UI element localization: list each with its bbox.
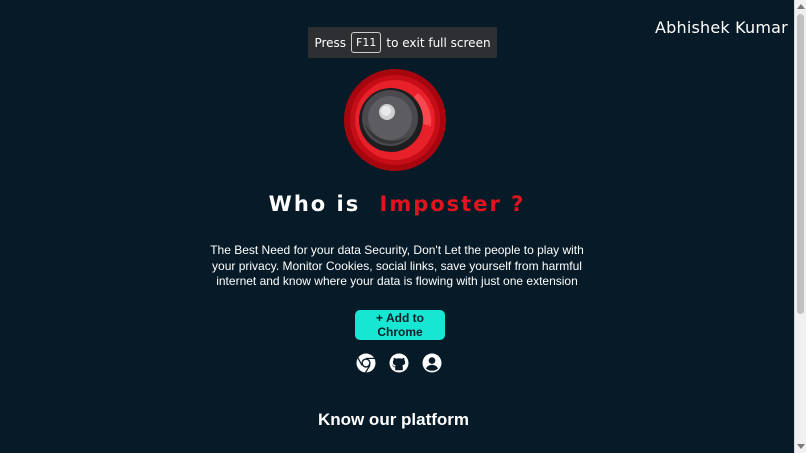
social-icons bbox=[356, 353, 442, 373]
hero-title-prefix: Who is bbox=[268, 192, 361, 216]
toast-suffix: to exit full screen bbox=[386, 35, 491, 50]
fullscreen-toast: Press F11 to exit full screen bbox=[308, 27, 497, 58]
hero-title-highlight: Imposter ? bbox=[379, 192, 526, 216]
scroll-thumb[interactable] bbox=[797, 14, 804, 314]
page: Abhishek Kumar Press F11 to exit full sc… bbox=[0, 0, 794, 453]
hero-title: Who is Imposter ? bbox=[0, 192, 794, 216]
vertical-scrollbar[interactable] bbox=[794, 0, 806, 453]
platform-section-title: Know our platform bbox=[317, 410, 470, 429]
camera-lens-logo bbox=[344, 69, 446, 171]
hero-description: The Best Need for your data Security, Do… bbox=[210, 243, 584, 288]
toast-key: F11 bbox=[351, 32, 382, 53]
toast-prefix: Press bbox=[314, 35, 347, 50]
chrome-icon[interactable] bbox=[356, 353, 376, 373]
user-profile-icon[interactable] bbox=[422, 353, 442, 373]
author-name[interactable]: Abhishek Kumar bbox=[655, 18, 788, 37]
add-to-chrome-button[interactable]: + Add to Chrome bbox=[355, 310, 445, 340]
github-icon[interactable] bbox=[389, 353, 409, 373]
scroll-up-arrow-icon[interactable] bbox=[797, 4, 805, 9]
scroll-down-arrow-icon[interactable] bbox=[797, 444, 805, 449]
